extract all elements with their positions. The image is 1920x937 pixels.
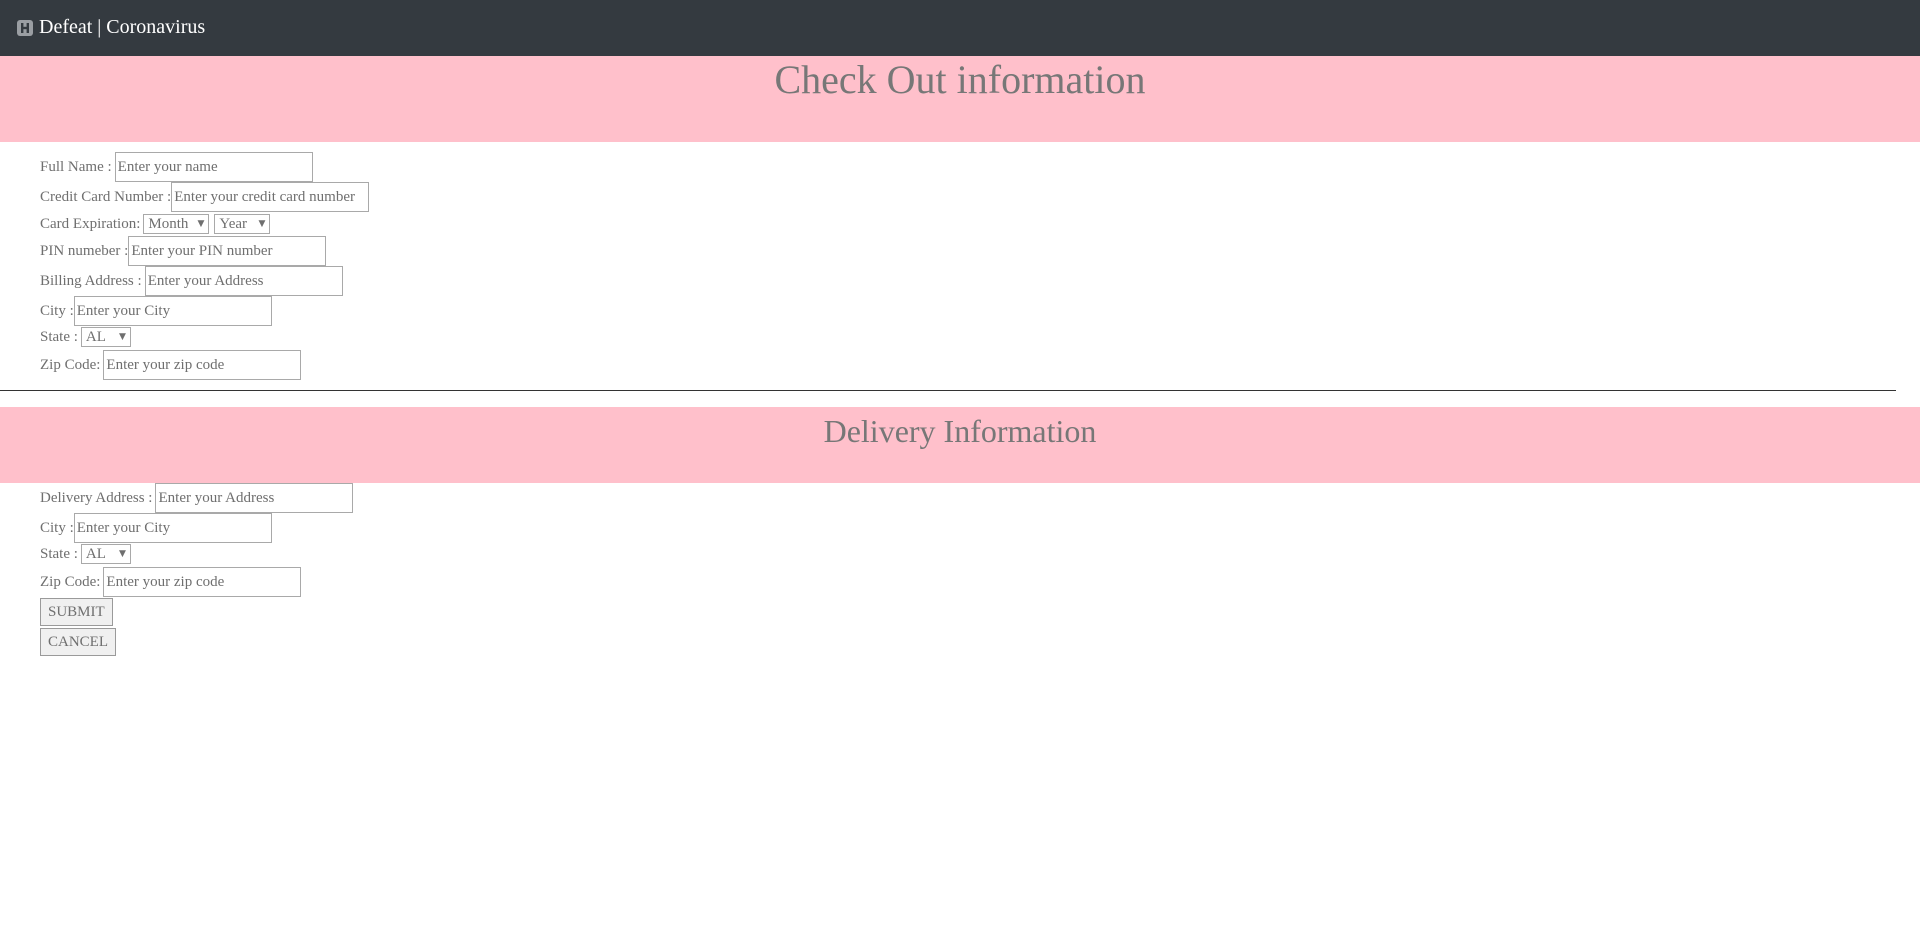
navbar: Defeat | Coronavirus xyxy=(0,0,1920,56)
full-name-row: Full Name : Enter your name xyxy=(40,152,313,182)
delivery-zip-label: Zip Code: xyxy=(40,573,101,590)
credit-card-input[interactable]: Enter your credit card number xyxy=(171,182,370,212)
delivery-zip-input[interactable]: Enter your zip code xyxy=(103,567,302,597)
section-divider xyxy=(0,390,1896,391)
dropdown-arrow-icon: ▼ xyxy=(119,332,126,342)
year-value: Year xyxy=(219,216,248,232)
billing-address-input[interactable]: Enter your Address xyxy=(144,266,343,296)
delivery-zip-row: Zip Code: Enter your zip code xyxy=(40,567,302,597)
delivery-title: Delivery Information xyxy=(823,413,1097,449)
dropdown-arrow-icon: ▼ xyxy=(197,219,205,229)
billing-address-row: Billing Address : Enter your Address xyxy=(40,266,343,296)
pin-label: PIN numeber : xyxy=(40,242,129,259)
delivery-address-row: Delivery Address : Enter your Address xyxy=(40,483,354,513)
full-name-label: Full Name : xyxy=(40,158,112,175)
state-label: State : xyxy=(40,328,78,345)
state-value: AL xyxy=(85,329,106,345)
checkout-banner: Check Out information xyxy=(0,56,1920,142)
delivery-city-input[interactable]: Enter your City xyxy=(73,513,272,543)
zip-row: Zip Code: Enter your zip code xyxy=(40,350,302,380)
delivery-banner: Delivery Information xyxy=(0,407,1920,483)
delivery-state-row: State : AL ▼ xyxy=(40,544,136,564)
pin-input[interactable]: Enter your PIN number xyxy=(128,236,327,266)
cancel-button[interactable]: CANCEL xyxy=(40,628,116,656)
city-row: City : Enter your City xyxy=(40,296,272,326)
city-input[interactable]: Enter your City xyxy=(73,296,272,326)
brand-link[interactable]: Defeat | Coronavirus xyxy=(16,16,205,39)
expiration-year-select[interactable]: Year ▼ xyxy=(214,214,271,234)
delivery-address-input[interactable]: Enter your Address xyxy=(155,483,354,513)
expiration-row: Card Expiration: Month ▼ Year ▼ xyxy=(40,214,275,234)
delivery-city-row: City : Enter your City xyxy=(40,513,272,543)
delivery-state-label: State : xyxy=(40,545,78,562)
state-row: State : AL ▼ xyxy=(40,327,136,347)
state-select[interactable]: AL ▼ xyxy=(80,327,131,347)
pin-row: PIN numeber : Enter your PIN number xyxy=(40,236,327,266)
credit-card-row: Credit Card Number : Enter your credit c… xyxy=(40,182,370,212)
full-name-input[interactable]: Enter your name xyxy=(114,152,313,182)
zip-input[interactable]: Enter your zip code xyxy=(103,350,302,380)
billing-address-label: Billing Address : xyxy=(40,272,142,289)
h-square-icon xyxy=(16,19,34,37)
expiration-label: Card Expiration: xyxy=(40,215,141,232)
dropdown-arrow-icon: ▼ xyxy=(258,219,266,229)
delivery-state-select[interactable]: AL ▼ xyxy=(80,544,131,564)
dropdown-arrow-icon: ▼ xyxy=(119,549,126,559)
checkout-title: Check Out information xyxy=(774,57,1146,102)
brand-text: Defeat | Coronavirus xyxy=(39,16,206,38)
month-value: Month xyxy=(148,216,189,232)
credit-card-label: Credit Card Number : xyxy=(40,188,172,205)
city-label: City : xyxy=(40,302,74,319)
zip-label: Zip Code: xyxy=(40,356,101,373)
submit-button[interactable]: SUBMIT xyxy=(40,598,113,626)
delivery-address-label: Delivery Address : xyxy=(40,489,153,506)
delivery-city-label: City : xyxy=(40,519,74,536)
delivery-state-value: AL xyxy=(85,546,106,562)
expiration-month-select[interactable]: Month ▼ xyxy=(143,214,210,234)
